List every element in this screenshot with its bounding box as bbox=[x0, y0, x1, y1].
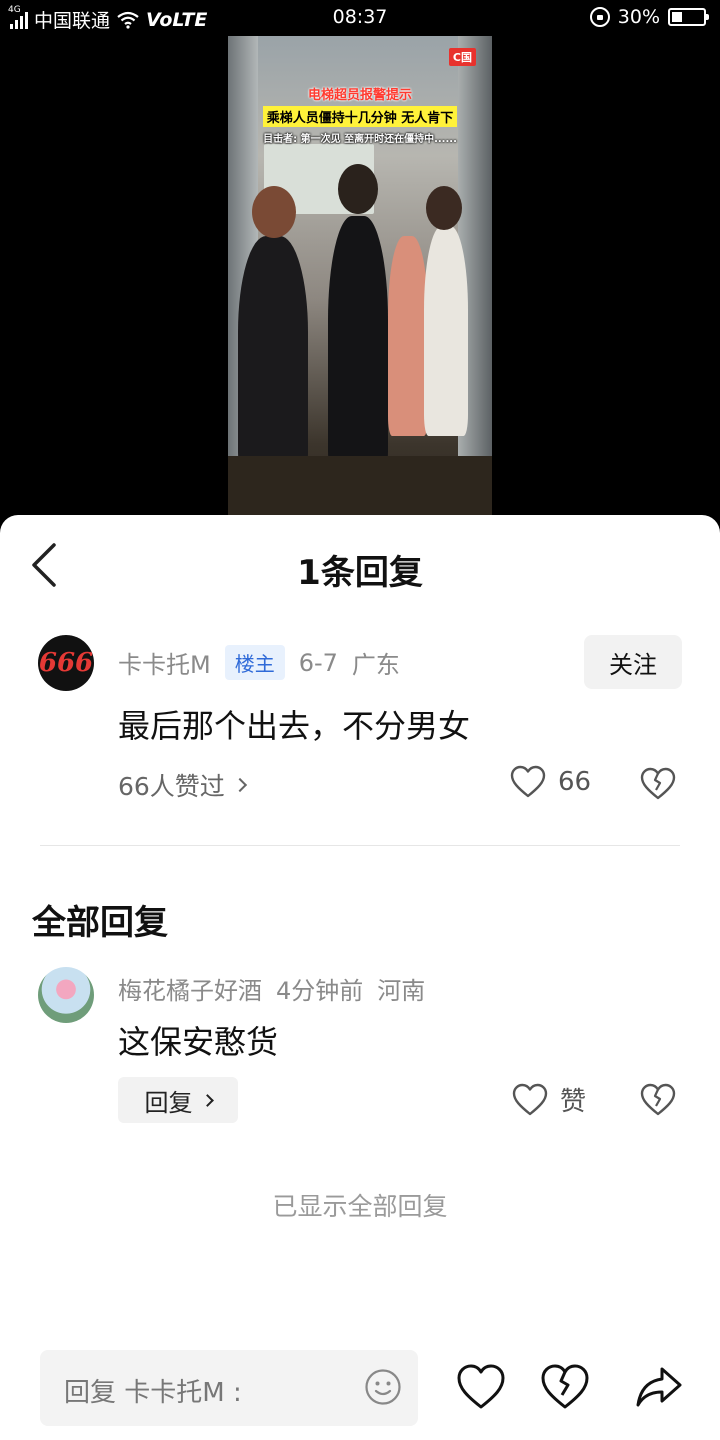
reply-sheet: 1条回复 666 卡卡托M 楼主 6-7 广东 关注 最后那个出去，不分男女 6… bbox=[0, 515, 720, 1440]
divider bbox=[40, 845, 680, 846]
status-right: 30% bbox=[589, 6, 709, 28]
reply-input[interactable]: 回复 卡卡托M : bbox=[40, 1350, 418, 1426]
broken-heart-icon bbox=[640, 1083, 676, 1116]
share-arrow-icon[interactable] bbox=[634, 1363, 684, 1411]
chevron-right-icon bbox=[232, 777, 247, 793]
dislike-button[interactable] bbox=[640, 1083, 676, 1117]
likers-link[interactable]: 66人赞过 bbox=[118, 767, 247, 803]
avatar-text: 666 bbox=[38, 648, 94, 678]
reply-button[interactable]: 回复 bbox=[118, 1077, 238, 1123]
chevron-right-icon bbox=[200, 1093, 214, 1107]
reply-location: 河南 bbox=[377, 977, 426, 1005]
video-frame bbox=[238, 236, 308, 476]
owner-badge: 楼主 bbox=[224, 645, 285, 680]
video-caption-2: 乘梯人员僵持十几分钟 无人肯下 bbox=[262, 106, 458, 127]
all-replies-shown: 已显示全部回复 bbox=[272, 1192, 448, 1221]
like-button[interactable]: 66 bbox=[510, 765, 591, 799]
heart-icon bbox=[512, 1083, 548, 1115]
broken-heart-icon bbox=[640, 767, 676, 800]
video-frame bbox=[252, 186, 296, 238]
comment-location: 广东 bbox=[351, 651, 400, 679]
video-player[interactable]: C国 电梯超员报警提示 乘梯人员僵持十几分钟 无人肯下 目击者: 第一次见 至离… bbox=[228, 36, 492, 516]
rotation-lock-icon bbox=[589, 7, 610, 27]
section-title: 全部回复 bbox=[32, 903, 168, 943]
battery-fill bbox=[672, 12, 683, 22]
video-logo: C国 bbox=[448, 48, 476, 66]
video-frame bbox=[328, 216, 388, 476]
avatar[interactable]: 666 bbox=[38, 635, 94, 691]
username[interactable]: 卡卡托M bbox=[118, 645, 211, 680]
reply-time: 4分钟前 bbox=[276, 977, 364, 1005]
likers-text: 66人赞过 bbox=[118, 772, 225, 801]
smiley-icon[interactable] bbox=[364, 1368, 402, 1406]
comment-meta: 卡卡托M 楼主 6-7 广东 bbox=[118, 645, 400, 680]
like-count: 66 bbox=[558, 767, 592, 797]
heart-icon[interactable] bbox=[456, 1363, 506, 1411]
video-caption-3: 目击者: 第一次见 至离开时还在僵持中...... bbox=[263, 134, 457, 145]
battery-icon bbox=[668, 8, 709, 26]
status-bar: 4G 中国联通 VoLTE 08:37 30% bbox=[0, 0, 720, 36]
like-label: 赞 bbox=[560, 1087, 587, 1117]
video-frame bbox=[388, 236, 428, 436]
reply-button-label: 回复 bbox=[144, 1089, 193, 1117]
dislike-button[interactable] bbox=[640, 767, 676, 801]
reply-username[interactable]: 梅花橘子好酒 bbox=[118, 971, 262, 1006]
comment-text: 最后那个出去，不分男女 bbox=[118, 707, 471, 745]
sheet-title: 1条回复 bbox=[297, 553, 423, 593]
video-frame bbox=[426, 186, 462, 230]
like-button[interactable]: 赞 bbox=[512, 1081, 586, 1118]
video-frame bbox=[228, 456, 492, 516]
reply-input-placeholder: 回复 卡卡托M : bbox=[64, 1378, 242, 1408]
video-caption-1: 电梯超员报警提示 bbox=[307, 88, 412, 103]
battery-percent: 30% bbox=[617, 6, 660, 28]
avatar[interactable] bbox=[38, 967, 94, 1023]
video-frame bbox=[338, 164, 378, 214]
heart-icon bbox=[510, 765, 546, 798]
broken-heart-icon[interactable] bbox=[540, 1363, 590, 1411]
follow-button[interactable]: 关注 bbox=[584, 635, 682, 689]
reply-text: 这保安憨货 bbox=[118, 1023, 279, 1061]
reply-meta: 梅花橘子好酒 4分钟前 河南 bbox=[118, 971, 425, 1006]
comment-date: 6-7 bbox=[298, 648, 338, 677]
video-frame bbox=[424, 226, 468, 436]
